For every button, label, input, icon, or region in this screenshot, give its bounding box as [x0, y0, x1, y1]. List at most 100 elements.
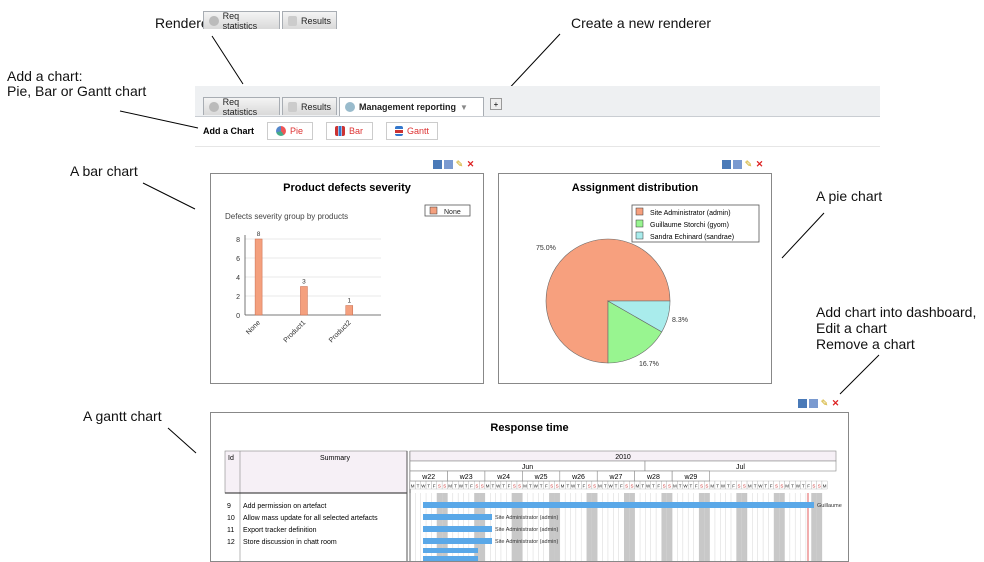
gantt-day-label: S [518, 484, 521, 489]
gantt-day-label: T [492, 484, 495, 489]
pie-chart-tools: ✎ ✕ [722, 160, 764, 169]
tab-label: Management reporting [359, 102, 457, 112]
gantt-day-label: S [438, 484, 441, 489]
save-icon[interactable] [809, 399, 818, 408]
tab-label: Results [300, 101, 331, 112]
gantt-day-label: T [465, 484, 468, 489]
y-tick-label: 8 [236, 237, 240, 244]
add-to-dashboard-icon[interactable] [722, 160, 731, 169]
gantt-day-label: T [427, 484, 430, 489]
gantt-day-label: F [583, 484, 586, 489]
gantt-day-label: M [823, 484, 827, 489]
gantt-day-label: T [641, 484, 644, 489]
gantt-assignee-label: Guillaume [817, 503, 842, 509]
gantt-day-label: T [615, 484, 618, 489]
gantt-assignee-label: Site Administrator (admin) [495, 539, 558, 545]
gantt-month-label: Jul [736, 464, 745, 471]
gantt-row-summary: Add permission on artefact [243, 503, 326, 510]
gantt-day-label: S [818, 484, 821, 489]
gantt-day-label: M [411, 484, 415, 489]
gantt-day-label: T [502, 484, 505, 489]
gantt-chart-tools: ✎ ✕ [798, 399, 840, 408]
gantt-task-bar [423, 538, 492, 544]
gantt-day-label: S [775, 484, 778, 489]
delete-icon[interactable]: ✕ [466, 160, 475, 169]
pie-legend-label: Sandra Echinard (sandrae) [650, 234, 734, 241]
gantt-week-label: w24 [496, 474, 510, 481]
bar [254, 238, 263, 316]
gantt-day-label: F [732, 484, 735, 489]
gantt-task-bar [423, 502, 814, 508]
gantt-day-label: M [523, 484, 527, 489]
annotation-dashboard-2: Edit a chart [816, 320, 887, 336]
gantt-day-label: T [417, 484, 420, 489]
tab-management-reporting[interactable]: Management reporting ▼ [339, 97, 484, 116]
add-pie-button[interactable]: Pie [267, 122, 313, 140]
gantt-day-label: S [588, 484, 591, 489]
gantt-chart-svg: Id Summary 2010Jun JulM T W T F S S M T W T F S S M T W T F S S… [224, 450, 842, 561]
gantt-day-label: T [679, 484, 682, 489]
pie-legend-swatch [635, 207, 644, 216]
add-bar-button[interactable]: Bar [326, 122, 373, 140]
gantt-day-label: S [700, 484, 703, 489]
gantt-day-label: F [657, 484, 660, 489]
gantt-day-label: F [470, 484, 473, 489]
gantt-day-label: F [770, 484, 773, 489]
bar [345, 305, 354, 316]
edit-icon[interactable]: ✎ [744, 160, 753, 169]
gantt-day-label: W [683, 484, 688, 489]
gantt-month-label: Jun [522, 464, 533, 471]
gantt-day-label: S [780, 484, 783, 489]
add-to-dashboard-icon[interactable] [433, 160, 442, 169]
gantt-day-label: T [604, 484, 607, 489]
add-renderer-button[interactable]: + [490, 98, 502, 110]
gantt-task-bar [423, 526, 492, 532]
gantt-day-label: S [550, 484, 553, 489]
gantt-day-label: S [443, 484, 446, 489]
bar-chart-subtitle: Defects severity group by products [225, 212, 348, 221]
gantt-day-label: S [556, 484, 559, 489]
delete-icon[interactable]: ✕ [831, 399, 840, 408]
gantt-chart-icon [395, 126, 403, 136]
gantt-day-label: S [738, 484, 741, 489]
pie-legend-swatch [635, 231, 644, 240]
gantt-day-label: M [673, 484, 677, 489]
gantt-day-label: S [631, 484, 634, 489]
pie-value-label: 16.7% [639, 361, 659, 368]
gantt-assignee-label: Site Administrator (admin) [495, 527, 558, 533]
annotation-create-renderer: Create a new renderer [571, 15, 712, 31]
gantt-row-id: 9 [227, 503, 231, 510]
gantt-day-label: T [791, 484, 794, 489]
x-tick-label: Product2 [328, 319, 353, 344]
annotation-dashboard-3: Remove a chart [816, 336, 915, 352]
gantt-assignee-label: Site Administrator (admin) [495, 515, 558, 521]
gantt-row-summary: Export tracker definition [243, 527, 317, 534]
save-icon[interactable] [733, 160, 742, 169]
gantt-day-label: M [561, 484, 565, 489]
gantt-day-label: M [486, 484, 490, 489]
gantt-row-summary: Allow mass update for all selected artef… [243, 515, 378, 522]
tab-results[interactable]: Results [282, 11, 337, 29]
gantt-day-label: T [540, 484, 543, 489]
gantt-day-label: T [690, 484, 693, 489]
add-gantt-button[interactable]: Gantt [386, 122, 438, 140]
gantt-day-label: F [508, 484, 511, 489]
bar-legend-label: None [444, 209, 461, 216]
table-icon [288, 15, 297, 26]
tab-req-statistics[interactable]: Req statistics [203, 10, 280, 31]
pie-chart-icon [276, 126, 286, 136]
tab-results[interactable]: Results [282, 97, 337, 115]
pie-chart-panel: Assignment distribution Site Administrat… [498, 173, 772, 384]
x-tick-label: Product1 [283, 319, 308, 344]
tab-req-statistics[interactable]: Req statistics [203, 97, 280, 117]
data-label: 3 [302, 279, 306, 286]
edit-icon[interactable]: ✎ [455, 160, 464, 169]
add-to-dashboard-icon[interactable] [798, 399, 807, 408]
chevron-down-icon[interactable]: ▼ [460, 103, 468, 112]
gantt-day-label: W [496, 484, 501, 489]
edit-icon[interactable]: ✎ [820, 399, 829, 408]
tab-label: Req statistics [222, 10, 258, 31]
gantt-day-label: W [758, 484, 763, 489]
delete-icon[interactable]: ✕ [755, 160, 764, 169]
save-icon[interactable] [444, 160, 453, 169]
